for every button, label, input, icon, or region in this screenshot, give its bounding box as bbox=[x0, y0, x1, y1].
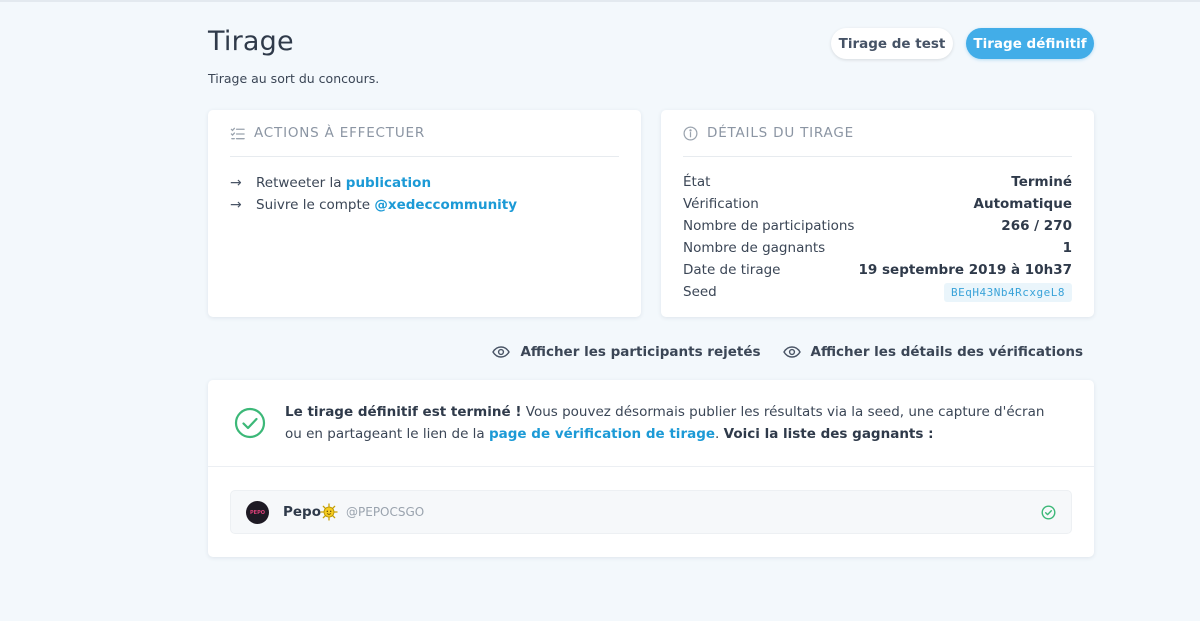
detail-value: Terminé bbox=[1011, 174, 1072, 190]
action-item-retweet: → Retweeter la publication bbox=[230, 172, 517, 194]
seed-code: BEqH43Nb4RcxgeL8 bbox=[944, 282, 1072, 302]
detail-row-verification: Vérification Automatique bbox=[683, 193, 1072, 215]
winner-handle: @PEPOCSGO bbox=[346, 505, 425, 519]
detail-row-seed: Seed BEqH43Nb4RcxgeL8 bbox=[683, 281, 1072, 303]
show-verifications-label: Afficher les détails des vérifications bbox=[810, 344, 1083, 360]
page-content: Tirage Tirage au sort du concours. Tirag… bbox=[208, 0, 1094, 557]
winner-row[interactable]: PEPO Pepo @PEPOCSGO bbox=[230, 490, 1072, 534]
success-check-icon bbox=[234, 407, 266, 439]
avatar-text: PEPO bbox=[250, 509, 265, 516]
show-verification-details-link[interactable]: Afficher les détails des vérifications bbox=[782, 344, 1083, 360]
detail-label: Date de tirage bbox=[683, 262, 781, 278]
show-rejected-participants-link[interactable]: Afficher les participants rejetés bbox=[492, 344, 761, 360]
account-link[interactable]: @xedeccommunity bbox=[374, 197, 517, 213]
details-card-title: DÉTAILS DU TIRAGE bbox=[707, 125, 854, 141]
arrow-right-icon: → bbox=[230, 197, 242, 213]
result-bold-outro: Voici la liste des gagnants : bbox=[723, 426, 934, 442]
result-after-link: . bbox=[715, 426, 724, 442]
details-card: DÉTAILS DU TIRAGE État Terminé Vérificat… bbox=[661, 110, 1094, 317]
detail-label: État bbox=[683, 174, 711, 190]
result-bold-intro: Le tirage définitif est terminé ! bbox=[285, 404, 522, 420]
detail-label: Seed bbox=[683, 284, 717, 300]
info-icon bbox=[683, 126, 698, 141]
winner-name: Pepo bbox=[283, 504, 321, 520]
detail-value: 266 / 270 bbox=[1001, 218, 1072, 234]
details-list: État Terminé Vérification Automatique No… bbox=[683, 171, 1072, 303]
actions-list: → Retweeter la publication → Suivre le c… bbox=[230, 172, 517, 216]
verification-page-link[interactable]: page de vérification de tirage bbox=[489, 426, 715, 442]
verified-check-icon bbox=[1041, 505, 1056, 520]
action-item-follow: → Suivre le compte @xedeccommunity bbox=[230, 194, 517, 216]
action-text: Retweeter la bbox=[256, 175, 346, 191]
detail-value: 1 bbox=[1062, 240, 1072, 256]
actions-card-title: ACTIONS À EFFECTUER bbox=[254, 125, 426, 141]
page-title: Tirage bbox=[208, 26, 294, 57]
sun-emoji-icon bbox=[320, 503, 338, 521]
detail-label: Nombre de participations bbox=[683, 218, 855, 234]
eye-icon bbox=[492, 346, 511, 358]
avatar: PEPO bbox=[246, 501, 269, 524]
show-rejected-label: Afficher les participants rejetés bbox=[520, 344, 761, 360]
detail-row-state: État Terminé bbox=[683, 171, 1072, 193]
detail-value: 19 septembre 2019 à 10h37 bbox=[858, 262, 1072, 278]
detail-label: Nombre de gagnants bbox=[683, 240, 826, 256]
eye-icon bbox=[782, 346, 801, 358]
actions-card-header: ACTIONS À EFFECTUER bbox=[230, 110, 619, 157]
publication-link[interactable]: publication bbox=[346, 175, 431, 191]
actions-card: ACTIONS À EFFECTUER → Retweeter la publi… bbox=[208, 110, 641, 317]
details-card-header: DÉTAILS DU TIRAGE bbox=[683, 110, 1072, 157]
checklist-icon bbox=[230, 126, 245, 141]
page-header: Tirage Tirage au sort du concours. Tirag… bbox=[208, 0, 1094, 110]
result-card: Le tirage définitif est terminé ! Vous p… bbox=[208, 380, 1094, 557]
result-message-section: Le tirage définitif est terminé ! Vous p… bbox=[208, 380, 1094, 467]
page-subtitle: Tirage au sort du concours. bbox=[208, 71, 380, 86]
arrow-right-icon: → bbox=[230, 175, 242, 191]
final-draw-button[interactable]: Tirage définitif bbox=[966, 28, 1094, 59]
view-links-bar: Afficher les participants rejetés Affich… bbox=[492, 344, 1083, 360]
action-text: Suivre le compte bbox=[256, 197, 375, 213]
detail-row-winners-count: Nombre de gagnants 1 bbox=[683, 237, 1072, 259]
test-draw-button[interactable]: Tirage de test bbox=[831, 28, 953, 59]
detail-value: Automatique bbox=[973, 196, 1072, 212]
result-message: Le tirage définitif est terminé ! Vous p… bbox=[285, 401, 1045, 445]
detail-row-participations: Nombre de participations 266 / 270 bbox=[683, 215, 1072, 237]
detail-label: Vérification bbox=[683, 196, 759, 212]
detail-row-date: Date de tirage 19 septembre 2019 à 10h37 bbox=[683, 259, 1072, 281]
